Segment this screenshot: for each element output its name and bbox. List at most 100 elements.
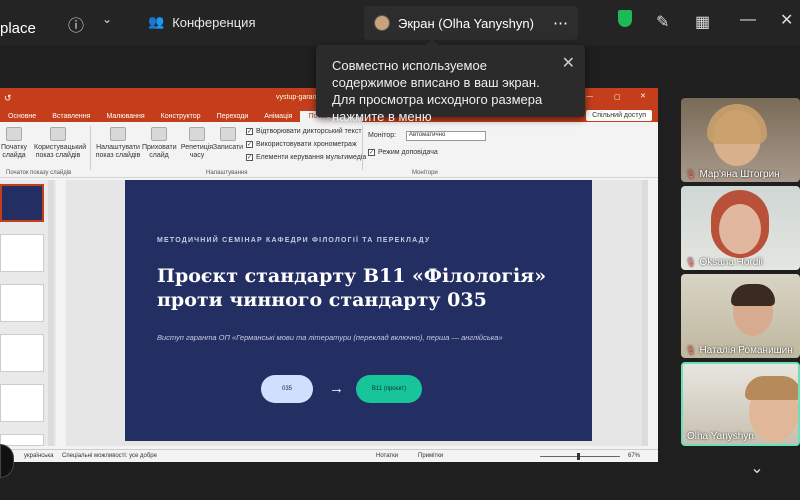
more-options-icon[interactable]: ⋯: [553, 14, 568, 32]
hide-slide-button: Приховати слайд: [142, 127, 177, 160]
participant-hair: [707, 104, 767, 144]
group-label-start: Початок показу слайдів: [6, 170, 72, 176]
custom-show-label: Користувацький показ слайдів: [34, 144, 87, 159]
slide-scrollbar: [642, 180, 648, 446]
tab-animations: Анімація: [264, 113, 293, 120]
chevron-down-icon[interactable]: ⌄: [735, 458, 779, 478]
record-label: Записати: [212, 144, 244, 151]
participant-name: 🎙 Oksana Hordii: [685, 257, 763, 268]
presenter-view-checkbox: ✓ Режим доповідача: [368, 149, 438, 156]
tab-insert: Вставлення: [52, 113, 91, 120]
monitor-label: Монітор:: [368, 132, 397, 139]
participant-tile-active-speaker[interactable]: Olha Yanyshyn: [681, 362, 800, 446]
participant-name: Olha Yanyshyn: [687, 431, 754, 442]
people-icon: 👥: [148, 14, 165, 29]
thumbnails-scrollbar: [48, 180, 54, 446]
ppt-share-button: Спільний доступ: [586, 110, 652, 121]
meeting-top-bar: place ⓘ ⌄ 👥 Конференция Экран (Olha Yany…: [0, 0, 800, 46]
minimize-icon: —: [586, 93, 593, 100]
from-beginning-label: Початку слайда: [0, 144, 27, 159]
screen-share-indicator[interactable]: Экран (Olha Yanyshyn) ⋯: [364, 6, 578, 40]
group-label-monitors: Монітори: [412, 170, 438, 176]
accessibility-label: Спеціальні можливості: усе добре: [62, 453, 157, 459]
from-beginning-button: Початку слайда: [0, 127, 32, 160]
chevron-down-icon[interactable]: ⌄: [102, 12, 112, 26]
presenter-view-label: Режим доповідача: [378, 149, 438, 156]
participant-name: 🎙 Наталія Романишин: [685, 345, 793, 356]
minimize-icon[interactable]: —: [740, 11, 756, 29]
participant-hair: [731, 284, 775, 306]
custom-show-button: Користувацький показ слайдів: [34, 127, 86, 160]
slide-thumbnails: [0, 180, 56, 446]
mic-off-icon: 🎙: [685, 257, 697, 267]
layout-icon[interactable]: ▦: [695, 12, 710, 32]
comments-label: Примітки: [418, 453, 444, 459]
participant-tile[interactable]: 🎙 Мар'яна Штогрин: [681, 98, 800, 182]
timings-label: Використовувати хронометраж: [256, 141, 357, 148]
slide-thumbnail: [0, 334, 44, 372]
share-label: Экран (Olha Yanyshyn): [398, 15, 534, 31]
avatar: [374, 15, 390, 31]
participant-hair: [745, 376, 798, 400]
close-icon[interactable]: ✕: [780, 10, 793, 30]
narrations-checkbox: ✓ Відтворювати дикторський текст: [246, 128, 362, 135]
record-button: Записати: [212, 127, 244, 152]
fit-to-screen-tooltip: Совместно используемое содержимое вписан…: [316, 39, 585, 124]
app-brand: place: [0, 20, 36, 37]
tab-design: Конструктор: [160, 113, 201, 120]
tab-home: Основне: [8, 113, 37, 120]
tab-draw: Малювання: [106, 113, 145, 120]
participant-video: [719, 204, 761, 254]
slide-kicker: МЕТОДИЧНИЙ СЕМІНАР КАФЕДРИ ФІЛОЛОГІЇ ТА …: [157, 237, 431, 244]
meeting-title[interactable]: 👥 Конференция: [148, 14, 255, 30]
participant-tile[interactable]: 🎙 Наталія Романишин: [681, 274, 800, 358]
timings-checkbox: ✓ Використовувати хронометраж: [246, 141, 357, 148]
participant-name: 🎙 Мар'яна Штогрин: [685, 169, 780, 180]
meeting-title-label: Конференция: [172, 14, 256, 30]
slide-thumbnail: [0, 384, 44, 422]
current-slide: МЕТОДИЧНИЙ СЕМІНАР КАФЕДРИ ФІЛОЛОГІЇ ТА …: [125, 180, 592, 441]
shield-icon[interactable]: [618, 10, 632, 27]
new-standard-pill: B11 (проєкт): [356, 375, 422, 403]
close-icon[interactable]: ✕: [562, 55, 575, 72]
mic-off-icon: 🎙: [685, 169, 697, 179]
zoom-slider: [540, 456, 620, 457]
slide-subtitle: Виступ гаранта ОП «Германські мови та лі…: [157, 333, 503, 342]
group-label-setup: Налаштування: [206, 170, 248, 176]
tab-transitions: Переходи: [216, 113, 249, 120]
mic-off-icon: 🎙: [685, 345, 697, 355]
setup-show-button: Налаштувати показ слайдів: [94, 127, 142, 160]
slide-thumbnail: [0, 184, 44, 222]
ppt-status-bar: українська Спеціальні можливості: усе до…: [0, 449, 658, 462]
notes-label: Нотатки: [376, 453, 399, 459]
ppt-ribbon: Початку слайда Користувацький показ слай…: [0, 122, 658, 178]
close-icon: ✕: [640, 93, 646, 100]
zoom-level: 67%: [628, 453, 641, 459]
participant-name-label: Наталія Романишин: [699, 345, 793, 356]
monitor-select: Автоматично: [406, 131, 486, 141]
tooltip-text: Совместно используемое содержимое вписан…: [332, 58, 543, 124]
participant-name-label: Мар'яна Штогрин: [699, 169, 780, 180]
undo-icon: ↺: [4, 93, 12, 103]
narrations-label: Відтворювати дикторський текст: [256, 128, 362, 135]
hide-slide-label: Приховати слайд: [142, 144, 177, 159]
slide-thumbnail: [0, 284, 44, 322]
zoom-slider-thumb: [577, 453, 580, 460]
media-controls-checkbox: ✓ Елементи керування мультимедіа: [246, 154, 367, 161]
rehearse-label: Репетиція часу: [180, 144, 214, 159]
slide-thumbnail: [0, 434, 44, 446]
participant-name-label: Olha Yanyshyn: [687, 431, 754, 442]
info-icon[interactable]: ⓘ: [68, 12, 84, 36]
slide-title: Проєкт стандарту B11 «Філологія» проти ч…: [157, 265, 547, 311]
participant-name-label: Oksana Hordii: [699, 257, 763, 268]
media-controls-label: Елементи керування мультимедіа: [256, 154, 367, 161]
rehearse-button: Репетиція часу: [180, 127, 214, 160]
restore-icon: ▢: [614, 94, 621, 101]
old-standard-pill: 035: [261, 375, 313, 403]
slide-thumbnail: [0, 234, 44, 272]
language-label: українська: [24, 453, 54, 459]
arrow-right-icon: →: [329, 380, 344, 397]
participant-tile[interactable]: 🎙 Oksana Hordii: [681, 186, 800, 270]
pen-icon[interactable]: ✎: [656, 12, 669, 32]
setup-show-label: Налаштувати показ слайдів: [95, 144, 141, 159]
